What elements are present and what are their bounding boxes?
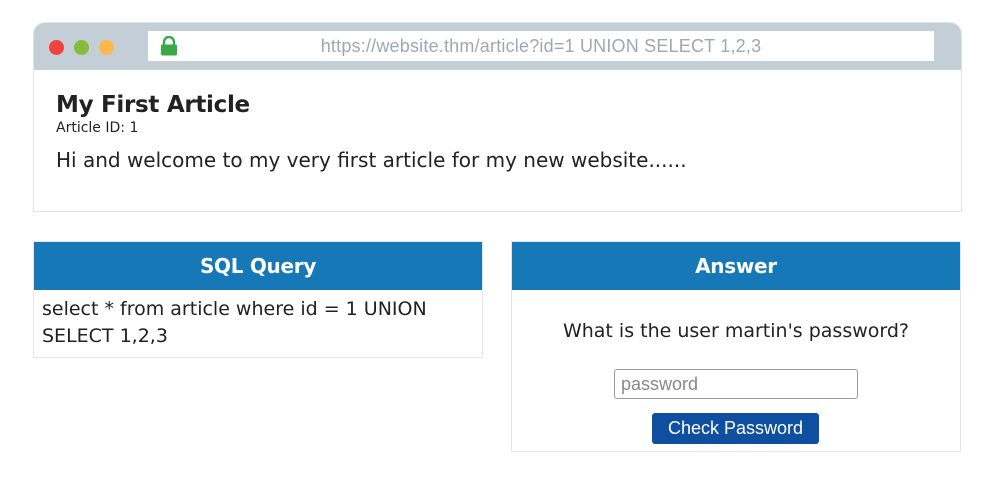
browser-window: https://website.thm/article?id=1 UNION S… xyxy=(33,22,962,212)
maximize-window-dot[interactable] xyxy=(99,40,114,55)
answer-panel: Answer What is the user martin's passwor… xyxy=(511,241,961,452)
sql-query-panel: SQL Query select * from article where id… xyxy=(33,241,483,358)
password-question: What is the user martin's password? xyxy=(562,320,910,342)
address-bar[interactable]: https://website.thm/article?id=1 UNION S… xyxy=(148,31,934,61)
article-content: My First Article Article ID: 1 Hi and we… xyxy=(56,91,936,172)
password-input[interactable] xyxy=(614,369,858,399)
article-body: Hi and welcome to my very first article … xyxy=(56,148,687,172)
article-id: Article ID: 1 xyxy=(56,120,139,136)
minimize-window-dot[interactable] xyxy=(74,40,89,55)
article-title: My First Article xyxy=(56,92,250,118)
sql-query-text: select * from article where id = 1 UNION… xyxy=(42,298,427,347)
close-window-dot[interactable] xyxy=(49,40,64,55)
sql-query-header: SQL Query xyxy=(34,242,482,290)
browser-chrome: https://website.thm/article?id=1 UNION S… xyxy=(34,23,961,70)
check-password-button[interactable]: Check Password xyxy=(652,413,819,444)
answer-header: Answer xyxy=(512,242,960,290)
url-text: https://website.thm/article?id=1 UNION S… xyxy=(320,36,762,56)
